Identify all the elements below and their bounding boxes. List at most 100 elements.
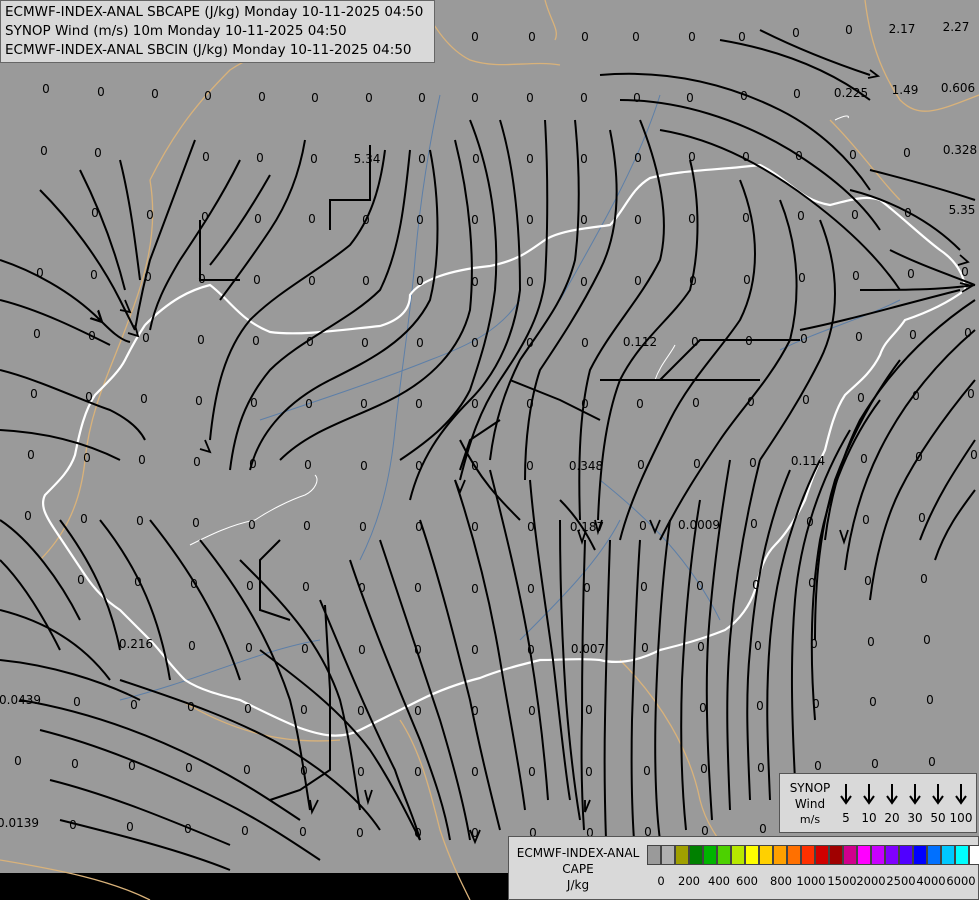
- cape-value: 0: [526, 91, 534, 105]
- cape-value: 0: [414, 704, 422, 718]
- region-border: [189, 115, 849, 546]
- cape-value: 0: [800, 332, 808, 346]
- cape-swatch: [955, 845, 969, 865]
- cape-value: 0: [471, 91, 479, 105]
- cape-value: 0: [299, 825, 307, 839]
- cape-value: 0: [867, 635, 875, 649]
- cape-value: 0: [688, 150, 696, 164]
- cape-value: 0: [688, 212, 696, 226]
- cape-swatch: [703, 845, 717, 865]
- cape-tick-label: 1000: [796, 874, 826, 888]
- weather-map: 0 0 0 0 0 0 0 0 0 2.17 2.27 0 0 0 0 0 0 0 0 0 0 0 0 0 0 0 0.225 1.4…: [0, 0, 979, 900]
- rivers: [119, 94, 901, 701]
- cape-value: 0: [138, 453, 146, 467]
- cape-value: 0: [134, 575, 142, 589]
- cape-tick-label: 4000: [916, 874, 946, 888]
- cape-value: 0: [743, 273, 751, 287]
- cape-value: 0: [643, 764, 651, 778]
- cape-value: 0: [244, 702, 252, 716]
- cape-value: 0: [246, 579, 254, 593]
- cape-value: 0: [903, 146, 911, 160]
- cape-value: 0: [806, 515, 814, 529]
- cape-value: 0: [581, 30, 589, 44]
- cape-value: 0: [920, 572, 928, 586]
- cape-value: 0: [526, 336, 534, 350]
- header-line-synop: SYNOP Wind (m/s) 10m Monday 10-11-2025 0…: [5, 23, 347, 39]
- cape-value: 0: [797, 209, 805, 223]
- cape-value: 0: [581, 336, 589, 350]
- cape-value: 0: [128, 759, 136, 773]
- cape-value: 0: [528, 704, 536, 718]
- cape-value: 0: [964, 326, 972, 340]
- cape-swatch: [787, 845, 801, 865]
- cape-value: 0: [845, 23, 853, 37]
- cape-tick-label: 200: [678, 874, 700, 888]
- cape-value: 0: [197, 333, 205, 347]
- cape-swatch: [969, 845, 979, 865]
- cape-swatch: [689, 845, 703, 865]
- cape-tick-label: 1500: [827, 874, 857, 888]
- cape-value: 1.49: [891, 83, 919, 97]
- cape-value: 0: [471, 520, 479, 534]
- cape-value: 0: [580, 275, 588, 289]
- cape-value: 0: [358, 643, 366, 657]
- cape-value: 0: [311, 91, 319, 105]
- cape-value: 0: [24, 509, 32, 523]
- cape-swatch: [941, 845, 955, 865]
- cape-value: 0: [202, 150, 210, 164]
- cape-value: 0: [754, 639, 762, 653]
- cape-value: 0: [585, 765, 593, 779]
- cape-value: 0: [928, 755, 936, 769]
- cape-tick-label: 800: [770, 874, 792, 888]
- cape-value: 0.0139: [0, 816, 39, 830]
- cape-value: 0.348: [568, 459, 604, 473]
- cape-value: 0: [30, 387, 38, 401]
- cape-value: 0: [750, 517, 758, 531]
- cape-value: 0: [864, 574, 872, 588]
- cape-swatch: [661, 845, 675, 865]
- cape-swatch: [899, 845, 913, 865]
- cape-value: 0: [471, 275, 479, 289]
- cape-value: 0: [362, 213, 370, 227]
- cape-value: 2.17: [888, 22, 916, 36]
- cape-value: 0: [91, 206, 99, 220]
- cape-value: 0: [94, 146, 102, 160]
- cape-swatch: [773, 845, 787, 865]
- cape-value: 0: [253, 273, 261, 287]
- cape-value: 0: [581, 397, 589, 411]
- cape-legend-title: ECMWF-INDEX-ANAL CAPE J/kg: [513, 845, 643, 893]
- cape-value: 0: [692, 396, 700, 410]
- cape-value: 0: [69, 818, 77, 832]
- cape-value: 0: [310, 152, 318, 166]
- cape-swatch: [843, 845, 857, 865]
- cape-tick-label: 400: [708, 874, 730, 888]
- cape-value: 0: [304, 458, 312, 472]
- cape-value: 0: [923, 633, 931, 647]
- cape-value: 0: [360, 459, 368, 473]
- cape-value: 0: [241, 824, 249, 838]
- streamlines: [0, 29, 976, 871]
- cape-value: 0: [359, 520, 367, 534]
- cape-value: 0: [471, 336, 479, 350]
- cape-value: 0: [250, 396, 258, 410]
- cape-value: 0: [691, 335, 699, 349]
- cape-tick-label: 0: [657, 874, 665, 888]
- cape-swatch: [815, 845, 829, 865]
- cape-value: 0: [528, 30, 536, 44]
- cape-value: 0: [356, 826, 364, 840]
- cape-tick-label: 2500: [886, 874, 916, 888]
- cape-value: 0: [641, 641, 649, 655]
- cape-value: 0: [792, 26, 800, 40]
- cape-value: 0: [855, 330, 863, 344]
- cape-value: 0: [192, 516, 200, 530]
- cape-value: 0: [415, 397, 423, 411]
- cape-value: 0: [759, 822, 767, 836]
- wind-arrow-icon: [932, 784, 944, 805]
- cape-value: 0: [849, 148, 857, 162]
- header-line-cape: ECMWF-INDEX-ANAL SBCAPE (J/kg) Monday 10…: [5, 4, 424, 20]
- cape-swatch: [801, 845, 815, 865]
- borders: [0, 0, 979, 900]
- cape-value: 0: [686, 91, 694, 105]
- cape-value: 0: [471, 765, 479, 779]
- cape-value: 0: [188, 639, 196, 653]
